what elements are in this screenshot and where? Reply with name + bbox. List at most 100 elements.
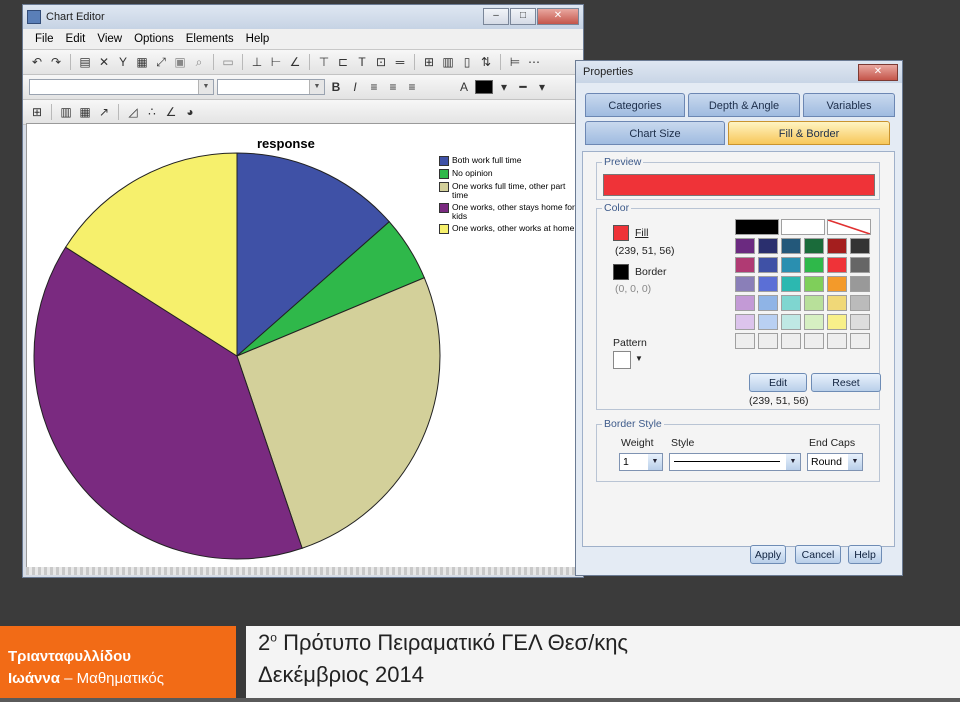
- transpose-icon[interactable]: ▭: [220, 54, 236, 70]
- chart-editor-titlebar[interactable]: Chart Editor – □ ✕: [23, 5, 583, 29]
- help-button[interactable]: Help: [848, 545, 882, 564]
- fill-color-swatch[interactable]: [475, 80, 493, 94]
- properties-icon[interactable]: ▤: [77, 54, 93, 70]
- x-axis-icon[interactable]: ⊥: [249, 54, 265, 70]
- style-dropdown[interactable]: ▼: [669, 453, 801, 471]
- palette-swatch[interactable]: [804, 276, 824, 292]
- undo-icon[interactable]: ↶: [29, 54, 45, 70]
- filter-icon[interactable]: Y: [115, 54, 131, 70]
- menu-edit[interactable]: Edit: [60, 33, 92, 45]
- palette-swatch[interactable]: [781, 333, 801, 349]
- palette-swatch[interactable]: [735, 238, 755, 254]
- palette-swatch[interactable]: [850, 295, 870, 311]
- bar-chart-icon[interactable]: ▥: [58, 104, 74, 120]
- menu-elements[interactable]: Elements: [180, 33, 240, 45]
- legend-item[interactable]: One works full time, other part time: [439, 182, 577, 200]
- table-icon[interactable]: ▦: [134, 54, 150, 70]
- menu-options[interactable]: Options: [128, 33, 180, 45]
- tab-variables[interactable]: Variables: [803, 93, 895, 117]
- border-swatch[interactable]: [613, 264, 629, 280]
- palette-swatch[interactable]: [850, 276, 870, 292]
- close-icon[interactable]: ✕: [858, 64, 898, 81]
- align-icon[interactable]: ⊞: [421, 54, 437, 70]
- minimize-button[interactable]: –: [483, 8, 509, 25]
- palette-swatch[interactable]: [850, 238, 870, 254]
- legend-icon[interactable]: ⊏: [335, 54, 351, 70]
- palette-swatch[interactable]: [804, 295, 824, 311]
- sort-icon[interactable]: ⇅: [478, 54, 494, 70]
- palette-swatch[interactable]: [758, 276, 778, 292]
- italic-icon[interactable]: I: [347, 79, 363, 95]
- palette-swatch[interactable]: [781, 238, 801, 254]
- palette-swatch[interactable]: [827, 333, 847, 349]
- palette-swatch[interactable]: [758, 314, 778, 330]
- y-axis-icon[interactable]: ⊢: [268, 54, 284, 70]
- lasso-icon[interactable]: ⌕: [191, 54, 207, 70]
- legend-item[interactable]: Both work full time: [439, 156, 577, 166]
- palette-swatch[interactable]: [827, 238, 847, 254]
- palette-swatch[interactable]: [804, 333, 824, 349]
- chevron-down-icon[interactable]: ▾: [496, 79, 512, 95]
- legend-item[interactable]: One works, other stays home for kids: [439, 203, 577, 221]
- edit-button[interactable]: Edit: [749, 373, 807, 392]
- palette-swatch[interactable]: [758, 238, 778, 254]
- pie-chart[interactable]: [27, 124, 447, 564]
- tab-chart-size[interactable]: Chart Size: [585, 121, 725, 145]
- menu-help[interactable]: Help: [240, 33, 276, 45]
- area-chart-icon[interactable]: ◿: [125, 104, 141, 120]
- palette-swatch[interactable]: [827, 314, 847, 330]
- high-low-icon[interactable]: ∠: [163, 104, 179, 120]
- palette-swatch[interactable]: [758, 295, 778, 311]
- align-center-icon[interactable]: ≡: [385, 79, 401, 95]
- clustered-bar-icon[interactable]: ▦: [77, 104, 93, 120]
- title-icon[interactable]: ⊤: [316, 54, 332, 70]
- palette-swatch[interactable]: [827, 276, 847, 292]
- delete-icon[interactable]: ✕: [96, 54, 112, 70]
- legend-item[interactable]: No opinion: [439, 169, 577, 179]
- more-icon[interactable]: ⋯: [526, 54, 542, 70]
- cancel-button[interactable]: Cancel: [795, 545, 841, 564]
- end-caps-dropdown[interactable]: Round ▼: [807, 453, 863, 471]
- apply-button[interactable]: Apply: [750, 545, 786, 564]
- footnote-icon[interactable]: ⊡: [373, 54, 389, 70]
- chevron-down-icon[interactable]: ▼: [635, 354, 643, 363]
- fill-swatch[interactable]: [613, 225, 629, 241]
- redo-icon[interactable]: ↷: [48, 54, 64, 70]
- chart-canvas[interactable]: response Both work full time No opinion …: [26, 123, 578, 573]
- fill-label[interactable]: Fill: [635, 227, 648, 239]
- legend-item[interactable]: One works, other works at home: [439, 224, 577, 234]
- chart-grid-icon[interactable]: ⊞: [29, 104, 45, 120]
- size-combo[interactable]: ▼: [217, 79, 325, 95]
- chevron-down-icon[interactable]: ▾: [534, 79, 550, 95]
- menu-file[interactable]: File: [29, 33, 60, 45]
- weight-dropdown[interactable]: 1 ▼: [619, 453, 663, 471]
- maximize-button[interactable]: □: [510, 8, 536, 25]
- palette-swatch[interactable]: [781, 314, 801, 330]
- line-chart-icon[interactable]: ↗: [96, 104, 112, 120]
- properties-title[interactable]: Properties: [576, 61, 902, 83]
- palette-swatch[interactable]: [781, 257, 801, 273]
- palette-swatch[interactable]: [850, 333, 870, 349]
- palette-swatch[interactable]: [735, 257, 755, 273]
- marker-icon[interactable]: ⊨: [507, 54, 523, 70]
- grid-lines-icon[interactable]: ▥: [440, 54, 456, 70]
- resize-icon[interactable]: ⤢: [153, 54, 169, 70]
- palette-swatch[interactable]: [804, 314, 824, 330]
- palette-swatch[interactable]: [804, 238, 824, 254]
- palette-swatch[interactable]: [827, 219, 871, 235]
- font-combo[interactable]: ▼: [29, 79, 214, 95]
- align-right-icon[interactable]: ≡: [404, 79, 420, 95]
- pattern-swatch[interactable]: [613, 351, 631, 369]
- palette-swatch[interactable]: [850, 314, 870, 330]
- palette-swatch[interactable]: [781, 219, 825, 235]
- tab-depth-angle[interactable]: Depth & Angle: [688, 93, 800, 117]
- tab-categories[interactable]: Categories: [585, 93, 685, 117]
- scatter-icon[interactable]: ∴: [144, 104, 160, 120]
- pie-chart-icon[interactable]: ◕: [182, 104, 198, 120]
- palette-swatch[interactable]: [735, 276, 755, 292]
- border-label[interactable]: Border: [635, 266, 667, 278]
- textbox-icon[interactable]: T: [354, 54, 370, 70]
- tab-fill-border[interactable]: Fill & Border: [728, 121, 890, 145]
- bar-icon[interactable]: ▯: [459, 54, 475, 70]
- palette-swatch[interactable]: [735, 219, 779, 235]
